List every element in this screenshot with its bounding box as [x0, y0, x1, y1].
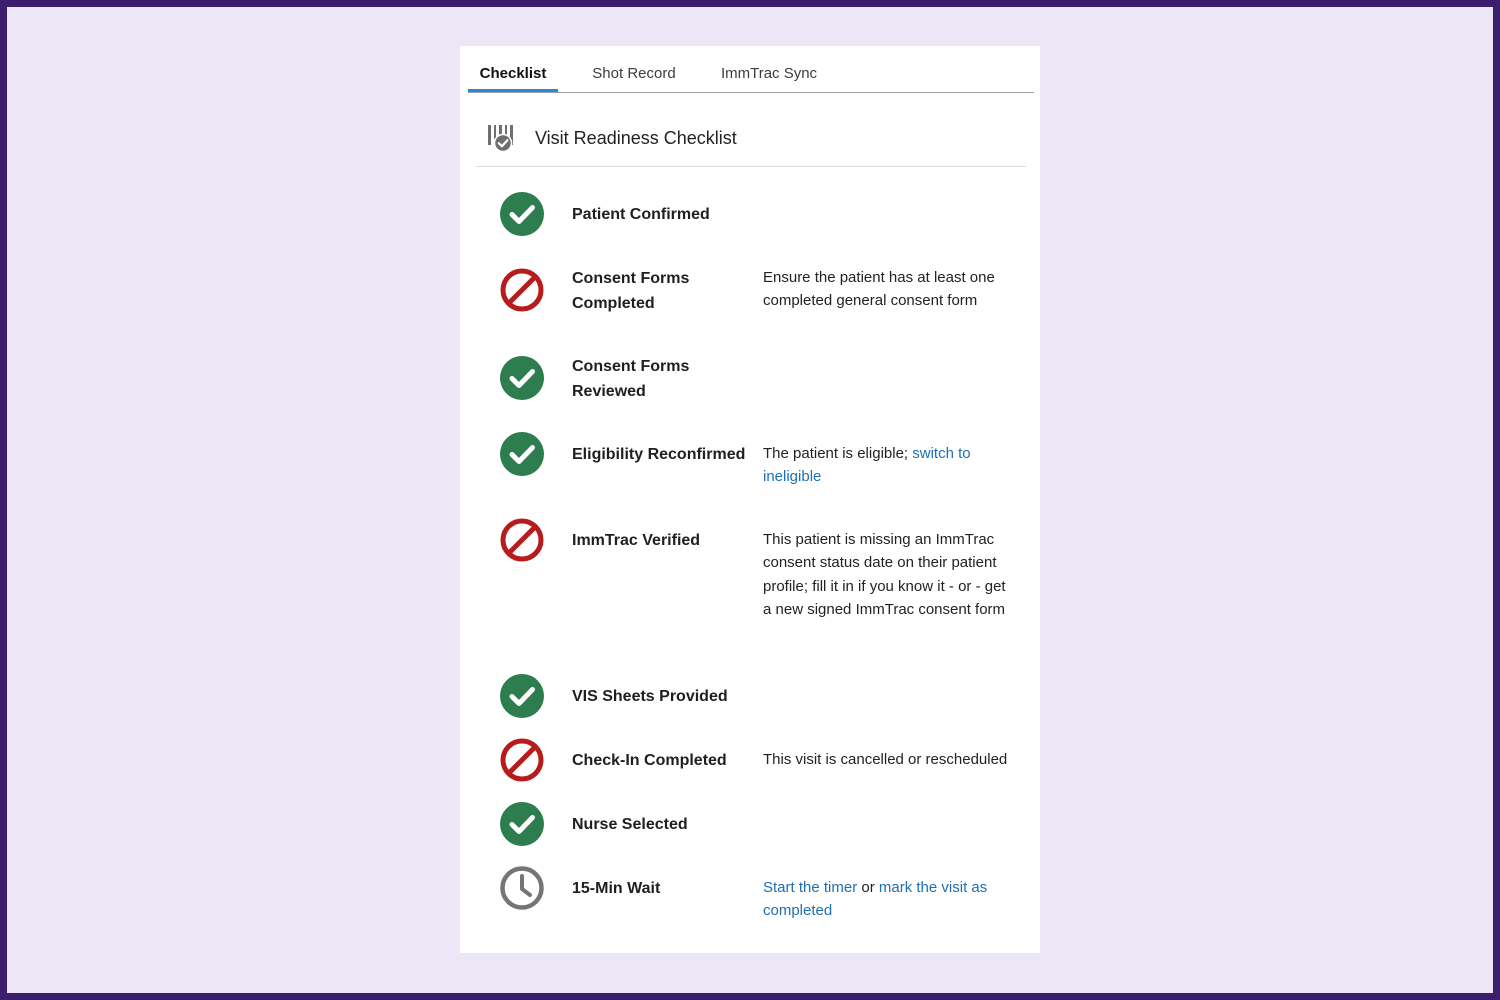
- item-label: Check-In Completed: [572, 752, 727, 769]
- item-note-text: The patient is eligible;: [763, 445, 913, 462]
- clock-icon: [500, 866, 544, 910]
- checklist-header: Visit Readiness Checklist: [476, 116, 1026, 167]
- item-note: This visit is cancelled or rescheduled: [763, 751, 1008, 768]
- item-label: Eligibility Reconfirmed: [572, 446, 746, 463]
- prohibited-icon: [500, 738, 544, 782]
- prohibited-icon: [500, 518, 544, 562]
- start-timer-link[interactable]: Start the timer: [763, 879, 857, 896]
- checklist-panel: Checklist Shot Record ImmTrac Sync Visit…: [460, 46, 1040, 953]
- check-circle-icon: [500, 192, 544, 236]
- tab-checklist[interactable]: Checklist: [468, 65, 558, 92]
- tab-bar: Checklist Shot Record ImmTrac Sync: [468, 46, 1034, 93]
- item-label: 15-Min Wait: [572, 880, 661, 897]
- check-circle-icon: [500, 356, 544, 400]
- check-circle-icon: [500, 802, 544, 846]
- item-label: Nurse Selected: [572, 816, 688, 833]
- barcode-check-icon: [487, 123, 519, 158]
- prohibited-icon: [500, 268, 544, 312]
- item-note-text: or: [857, 879, 879, 896]
- item-label: Patient Confirmed: [572, 206, 710, 223]
- item-note: Ensure the patient has at least one comp…: [763, 269, 995, 310]
- tab-immtrac-sync[interactable]: ImmTrac Sync: [714, 65, 824, 92]
- check-circle-icon: [500, 432, 544, 476]
- item-note: Start the timer or mark the visit as com…: [763, 876, 1018, 923]
- item-note: The patient is eligible; switch to ineli…: [763, 442, 1018, 489]
- item-note: This patient is missing an ImmTrac conse…: [763, 531, 1006, 619]
- item-label: Consent Forms Completed: [572, 270, 690, 312]
- checklist-title: Visit Readiness Checklist: [535, 128, 737, 148]
- item-label: VIS Sheets Provided: [572, 688, 728, 705]
- item-label: Consent Forms Reviewed: [572, 358, 690, 400]
- check-circle-icon: [500, 674, 544, 718]
- item-label: ImmTrac Verified: [572, 532, 701, 549]
- tab-shot-record[interactable]: Shot Record: [584, 65, 684, 92]
